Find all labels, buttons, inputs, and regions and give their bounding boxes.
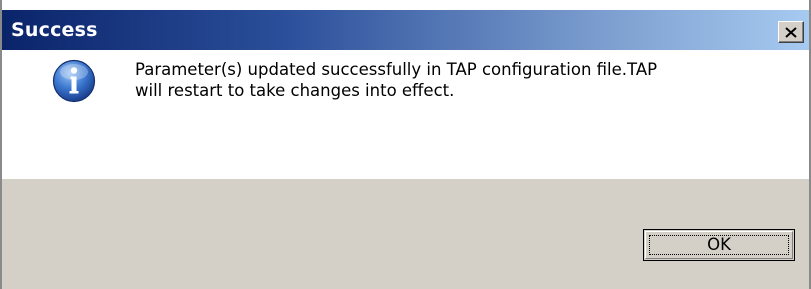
button-area: OK xyxy=(2,179,809,289)
success-dialog: Success Parameter(s) updated successfull… xyxy=(0,0,811,289)
ok-button-label: OK xyxy=(707,235,731,254)
dialog-message: Parameter(s) updated successfully in TAP… xyxy=(135,60,658,100)
close-icon xyxy=(785,26,797,38)
title-bar[interactable]: Success xyxy=(2,10,809,50)
window-top-edge xyxy=(2,0,809,10)
dialog-content: Parameter(s) updated successfully in TAP… xyxy=(2,50,809,179)
info-icon xyxy=(52,59,96,103)
ok-button[interactable]: OK xyxy=(643,229,795,261)
close-button[interactable] xyxy=(778,21,804,43)
dialog-title: Success xyxy=(11,19,98,41)
